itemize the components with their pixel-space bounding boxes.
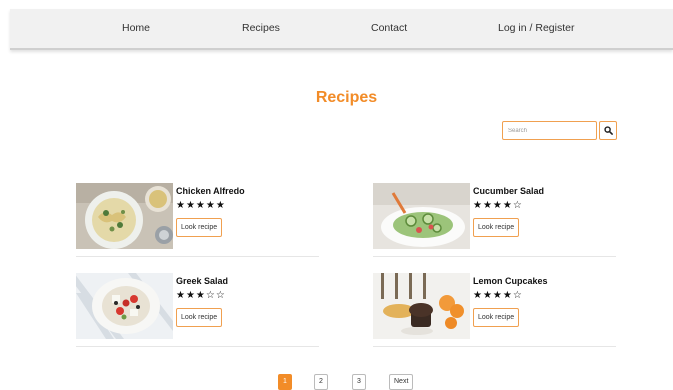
page-title: Recipes xyxy=(315,89,378,106)
recipe-title: Lemon Cupcakes xyxy=(473,276,548,286)
look-recipe-button[interactable]: Look recipe xyxy=(473,218,520,237)
nav-home-link[interactable]: Home xyxy=(122,22,150,35)
look-recipe-button[interactable]: Look recipe xyxy=(176,218,223,237)
recipe-rating-stars: ★★★★☆ xyxy=(473,200,523,211)
search-button[interactable] xyxy=(599,121,617,140)
recipe-title: Chicken Alfredo xyxy=(176,186,245,196)
recipe-card: Lemon Cupcakes ★★★★☆ Look recipe xyxy=(373,273,616,347)
recipe-rating-stars: ★★★★☆ xyxy=(473,290,523,301)
recipe-rating-stars: ★★★☆☆ xyxy=(176,290,226,301)
recipe-card: Cucumber Salad ★★★★☆ Look recipe xyxy=(373,183,616,257)
recipe-image-lemon-cupcakes xyxy=(373,273,470,339)
recipe-title: Greek Salad xyxy=(176,276,229,286)
next-page-button[interactable]: Next xyxy=(389,374,414,390)
nav-login-register-link[interactable]: Log in / Register xyxy=(498,22,574,35)
top-navbar: Home Recipes Contact Log in / Register xyxy=(10,9,673,50)
page-2-button[interactable]: 2 xyxy=(314,374,328,390)
search-input[interactable] xyxy=(502,121,597,140)
recipe-rating-stars: ★★★★★ xyxy=(176,200,226,211)
recipe-card: Greek Salad ★★★☆☆ Look recipe xyxy=(76,273,319,347)
nav-recipes-link[interactable]: Recipes xyxy=(242,22,280,35)
nav-contact-link[interactable]: Contact xyxy=(371,22,407,35)
recipe-image-cucumber-salad xyxy=(373,183,470,249)
recipe-image-greek-salad xyxy=(76,273,173,339)
look-recipe-button[interactable]: Look recipe xyxy=(176,308,223,327)
recipe-card: Chicken Alfredo ★★★★★ Look recipe xyxy=(76,183,319,257)
page-3-button[interactable]: 3 xyxy=(352,374,366,390)
recipe-image-chicken-alfredo xyxy=(76,183,173,249)
recipe-title: Cucumber Salad xyxy=(473,186,545,196)
search-icon xyxy=(604,126,613,135)
look-recipe-button[interactable]: Look recipe xyxy=(473,308,520,327)
page-1-button[interactable]: 1 xyxy=(278,374,292,390)
